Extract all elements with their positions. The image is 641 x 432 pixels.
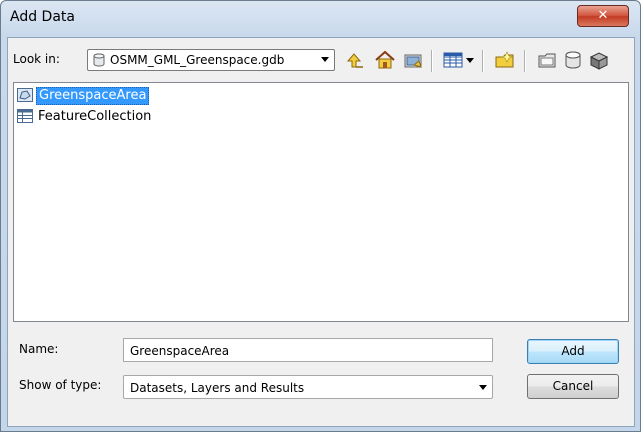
look-in-value: OSMM_GML_Greenspace.gdb [110, 53, 285, 67]
name-input[interactable]: GreenspaceArea [123, 338, 493, 362]
add-data-dialog: Add Data ✕ Look in: OSMM_GML_Greenspace.… [0, 0, 641, 432]
new-personal-geodatabase-icon[interactable] [562, 49, 584, 71]
new-file-geodatabase-icon[interactable] [536, 49, 558, 71]
add-button[interactable]: Add [527, 339, 619, 364]
file-list[interactable]: GreenspaceArea FeatureCollection [13, 82, 629, 322]
table-icon [17, 109, 33, 123]
name-label: Name: [19, 342, 59, 356]
look-in-label: Look in: [13, 52, 60, 66]
chevron-down-icon [321, 57, 329, 62]
close-button[interactable]: ✕ [577, 5, 629, 27]
new-toolbox-icon[interactable] [588, 49, 610, 71]
show-of-type-label: Show of type: [19, 378, 102, 392]
chevron-down-icon [479, 385, 487, 390]
toolbar-separator [431, 50, 433, 72]
toolbar-separator [482, 50, 484, 72]
look-in-dropdown[interactable]: OSMM_GML_Greenspace.gdb [87, 49, 335, 71]
connect-to-folder-icon[interactable] [402, 49, 424, 71]
list-item-label: FeatureCollection [38, 109, 152, 124]
dialog-title: Add Data [10, 9, 75, 25]
polygon-feature-class-icon [17, 88, 33, 102]
close-icon: ✕ [597, 8, 609, 23]
dialog-body: Look in: OSMM_GML_Greenspace.gdb Greensp… [7, 37, 635, 427]
show-of-type-value: Datasets, Layers and Results [130, 381, 305, 395]
cancel-button[interactable]: Cancel [527, 374, 619, 399]
home-icon[interactable] [374, 49, 396, 71]
name-input-value: GreenspaceArea [130, 344, 230, 358]
view-dropdown-icon[interactable] [464, 49, 476, 71]
toggle-contents-view-icon[interactable] [442, 49, 464, 71]
list-item-label: GreenspaceArea [36, 87, 150, 105]
up-one-level-icon[interactable] [344, 49, 366, 71]
toolbar-separator [524, 50, 526, 72]
show-of-type-dropdown[interactable]: Datasets, Layers and Results [123, 375, 493, 399]
database-cylinder-icon [93, 53, 105, 67]
title-bar[interactable]: Add Data ✕ [1, 1, 640, 37]
new-folder-icon[interactable] [494, 49, 516, 71]
